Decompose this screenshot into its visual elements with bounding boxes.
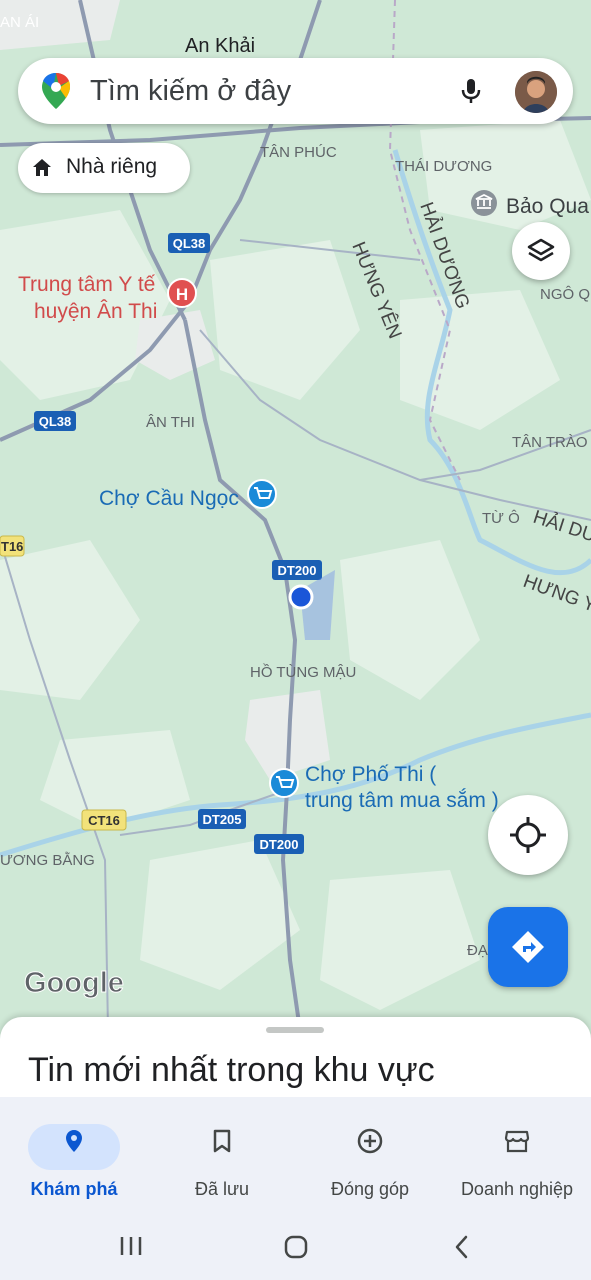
sheet-drag-handle[interactable] [266,1027,324,1033]
search-bar[interactable]: Tìm kiếm ở đây [18,58,573,124]
place-cho-cau-ngoc: Chợ Cầu Ngọc [99,487,239,510]
directions-icon [512,931,544,963]
google-logo: Google [24,967,124,999]
back-icon[interactable] [450,1234,474,1260]
market-pho-thi-marker[interactable] [269,768,299,798]
place-ho-tung-mau: HỒ TÙNG MẬU [250,663,356,681]
place-dai: ĐẠ [467,942,488,959]
place-cho-pho-thi-line2: trung tâm mua sắm ) [305,789,499,812]
road-label-dt200-bottom: DT200 [259,837,298,852]
home-icon [33,159,51,176]
market-cau-ngoc-marker[interactable] [247,479,277,509]
layers-button[interactable] [512,222,570,280]
home-shortcut-chip[interactable]: Nhà riêng [18,143,190,193]
microphone-icon[interactable] [456,76,486,106]
location-dot-icon [288,584,314,610]
tab-business[interactable]: Doanh nghiệp [443,1097,591,1210]
layers-icon [527,238,555,262]
place-an-ai: AN ÁI [0,14,39,31]
road-label-ql38-top: QL38 [173,236,206,251]
road-label-t16: T16 [1,539,23,554]
place-cho-pho-thi-line1: Chợ Phố Thi ( [305,763,436,786]
tab-contribute-label: Đóng góp [330,1179,410,1199]
tab-contribute[interactable]: Đóng góp [296,1097,444,1210]
shopping-cart-icon [247,479,277,509]
tab-saved[interactable]: Đã lưu [148,1097,296,1210]
system-navigation-bar [0,1210,591,1280]
svg-text:H: H [176,285,188,304]
place-tu-o: TỪ Ô [482,510,520,527]
shopping-cart-icon [269,768,299,798]
home-chip-label: Nhà riêng [66,155,158,178]
recent-apps-icon[interactable] [118,1234,144,1258]
bottom-sheet[interactable]: Tin mới nhất trong khu vực [0,1017,591,1107]
tab-explore[interactable]: Khám phá [0,1097,148,1210]
explore-pin-icon [66,1130,82,1152]
hospital-marker[interactable]: H [167,278,197,308]
road-label-ct16: CT16 [88,813,120,828]
bookmark-icon [213,1129,231,1153]
sheet-title: Tin mới nhất trong khu vực [28,1051,435,1089]
place-bao-qua: Bảo Qua [506,195,589,218]
crosshair-icon [510,817,546,853]
place-an-thi: ÂN THI [146,414,195,431]
place-tan-phuc: TÂN PHÚC [260,144,337,161]
search-input[interactable]: Tìm kiếm ở đây [90,75,291,108]
hospital-label-line2: huyện Ân Thi [34,300,157,323]
avatar[interactable] [515,71,557,113]
place-an-khai: An Khải [185,35,255,57]
hospital-label-line1: Trung tâm Y tế [18,273,156,296]
road-label-dt200-top: DT200 [277,563,316,578]
directions-button[interactable] [488,907,568,987]
tab-business-label: Doanh nghiệp [460,1179,574,1199]
place-thai-duong: THÁI DƯƠNG [395,158,492,175]
place-ngo-q: NGÔ Q [540,286,590,303]
my-location-button[interactable] [488,795,568,875]
add-circle-icon [357,1128,383,1154]
bottom-navigation: Khám phá Đã lưu Đóng góp Doanh nghiệp [0,1097,591,1210]
maps-logo-icon [42,73,70,109]
road-label-ql38-left: QL38 [39,414,72,429]
storefront-icon [504,1130,530,1153]
place-tan-trao: TÂN TRÀO [512,434,588,451]
road-label-dt205: DT205 [202,812,241,827]
tab-saved-label: Đã lưu [194,1179,250,1199]
tab-explore-label: Khám phá [30,1179,118,1199]
place-uong-bang: ƯƠNG BẰNG [0,851,95,869]
bao-qua-marker[interactable] [471,190,497,216]
home-circle-icon[interactable] [283,1234,309,1260]
